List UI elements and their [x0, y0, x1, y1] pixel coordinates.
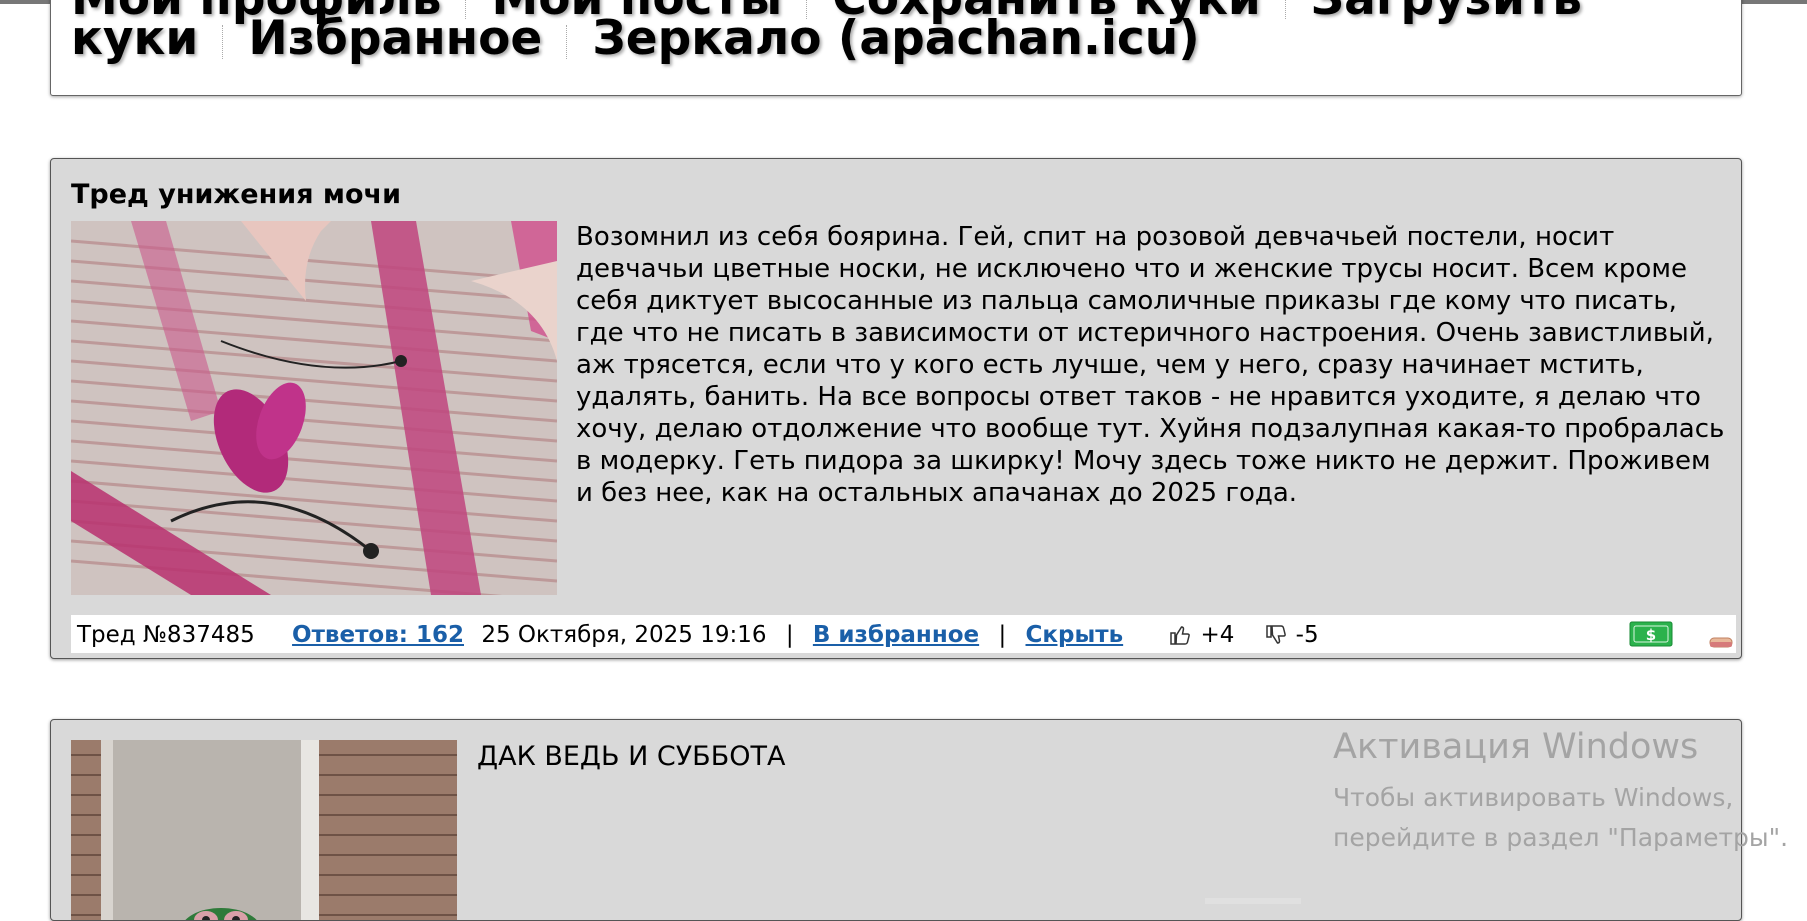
nav-favorites-link[interactable]: Избранное: [248, 11, 542, 66]
nav-separator: [1284, 0, 1287, 19]
thumbs-up-icon: [1170, 625, 1191, 645]
nav-mirror-link[interactable]: Зеркало (apachan.icu): [592, 11, 1199, 66]
nav-separator: [566, 24, 568, 59]
thread-post-text: Возомнил из себя боярина. Гей, спит на р…: [576, 222, 1725, 508]
thread-date: 25 Октября, 2025 19:16: [481, 621, 767, 648]
bedsheet-photo: [71, 221, 557, 595]
thumbs-down-icon: [1265, 625, 1286, 644]
add-to-favorites-link[interactable]: В избранное: [813, 616, 979, 654]
like-button[interactable]: +4: [1168, 615, 1234, 654]
nav-load-cookies-link[interactable]: Загрузить: [1311, 0, 1582, 26]
hide-thread-link[interactable]: Скрыть: [1026, 616, 1124, 654]
thread-image[interactable]: [71, 740, 457, 920]
thread-number: Тред №837485: [77, 621, 255, 648]
thread-post-text: ДАК ВЕДЬ И СУББОТА: [477, 741, 786, 772]
svg-text:$: $: [1646, 626, 1656, 644]
footer-separator: |: [785, 621, 794, 648]
dislikes-count: -5: [1295, 621, 1319, 648]
replies-link[interactable]: Ответов: 162: [292, 616, 464, 654]
thread-card: ДАК ВЕДЬ И СУББОТА: [50, 719, 1742, 921]
likes-count: +4: [1200, 621, 1235, 648]
nav-load-cookies-link-cont[interactable]: куки: [71, 11, 198, 66]
eraser-icon[interactable]: [1709, 635, 1733, 649]
nav-separator: [222, 24, 224, 59]
brick-wall-photo: [71, 740, 457, 920]
dislike-button[interactable]: -5: [1264, 615, 1319, 654]
footer-separator: |: [998, 621, 1007, 648]
horizontal-scrollbar[interactable]: [1205, 898, 1301, 904]
thread-title[interactable]: Тред унижения мочи: [71, 179, 401, 210]
money-icon[interactable]: $: [1629, 621, 1673, 647]
thread-footer: Тред №837485 Ответов: 162 25 Октября, 20…: [71, 615, 1736, 653]
thread-image[interactable]: [71, 221, 557, 595]
nav-row-2: куки Избранное Зеркало (apachan.icu): [71, 9, 1200, 69]
thread-card: Тред унижения мочи Возомнил из себя бояр…: [50, 158, 1742, 659]
nav-menu: Мой профильМои постыСохранить кукиЗагруз…: [50, 0, 1742, 96]
